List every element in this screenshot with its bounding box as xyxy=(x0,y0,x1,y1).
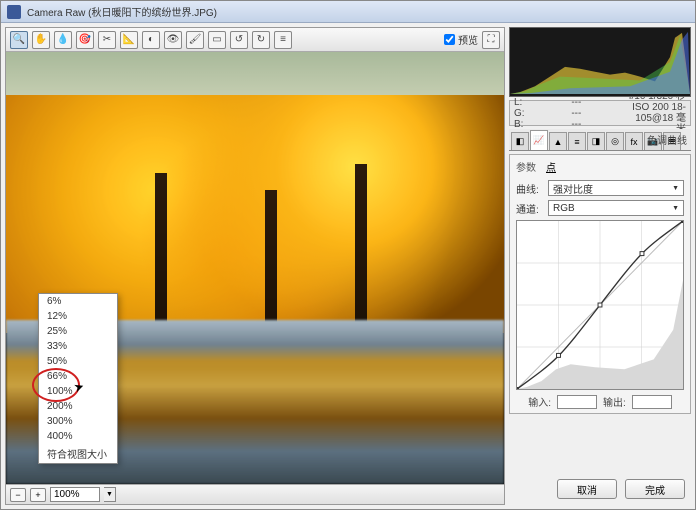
adjustment-tabs: ◧ 📈 ▲ ≡ ◨ ◎ fx 📷 ≣ 色调曲线 xyxy=(509,129,691,151)
curve-preset-select[interactable]: 强对比度 ▼ xyxy=(548,180,684,196)
cancel-button[interactable]: 取消 xyxy=(557,479,617,499)
hand-tool[interactable]: ✋ xyxy=(32,31,50,49)
curve-label: 曲线: xyxy=(516,181,544,196)
io-readout: 输入: 输出: xyxy=(516,394,684,409)
zoom-menu: 6% 12% 25% 33% 50% 66% 100% 200% 300% 40… xyxy=(38,293,118,464)
zoom-option[interactable]: 6% xyxy=(39,294,117,309)
rotate-cw[interactable]: ↻ xyxy=(252,31,270,49)
channel-select[interactable]: RGB ▼ xyxy=(548,200,684,216)
prefs-tool[interactable]: ≡ xyxy=(274,31,292,49)
rotate-ccw[interactable]: ↺ xyxy=(230,31,248,49)
histogram[interactable] xyxy=(509,27,691,97)
zoom-option[interactable]: 200% xyxy=(39,399,117,414)
subtab-parametric[interactable]: 参数 xyxy=(516,159,536,174)
titlebar: Camera Raw (秋日暖阳下的缤纷世界.JPG) xyxy=(1,1,695,23)
preview-check-input[interactable] xyxy=(444,34,455,45)
channel-value: RGB xyxy=(553,203,575,214)
output-label: 输出: xyxy=(603,394,626,409)
output-field[interactable] xyxy=(632,395,672,409)
preview-label: 预览 xyxy=(458,32,478,47)
tab-group-label: 色调曲线 xyxy=(647,132,687,147)
zoom-in-button[interactable]: + xyxy=(30,488,46,502)
image-preview[interactable]: 6% 12% 25% 33% 50% 66% 100% 200% 300% 40… xyxy=(6,52,504,484)
subtab-point[interactable]: 点 xyxy=(546,159,556,174)
right-pane: L: G: B: --- --- --- f/10 1/320 秒 ISO 20… xyxy=(509,27,691,505)
color-sampler-tool[interactable]: 🎯 xyxy=(76,31,94,49)
curve-preset-value: 强对比度 xyxy=(553,181,593,196)
zoom-tool[interactable]: 🔍 xyxy=(10,31,28,49)
zoom-value[interactable]: 100% xyxy=(50,487,100,502)
chevron-down-icon: ▼ xyxy=(672,205,679,212)
app-icon xyxy=(7,5,21,19)
done-button[interactable]: 完成 xyxy=(625,479,685,499)
spot-removal-tool[interactable]: ◐ xyxy=(142,31,160,49)
toolbar: 🔍 ✋ 💧 🎯 ✂ 📐 ◐ 👁 🖌 ▭ ↺ ↻ ≡ 预览 ⛶ xyxy=(6,28,504,52)
left-pane: 🔍 ✋ 💧 🎯 ✂ 📐 ◐ 👁 🖌 ▭ ↺ ↻ ≡ 预览 ⛶ xyxy=(5,27,505,505)
zoom-option[interactable]: 12% xyxy=(39,309,117,324)
fullscreen-button[interactable]: ⛶ xyxy=(482,31,500,49)
rgb-labels: L: G: B: xyxy=(514,97,571,130)
zoom-option-fit[interactable]: 符合视图大小 xyxy=(39,444,117,463)
window-title: Camera Raw (秋日暖阳下的缤纷世界.JPG) xyxy=(27,4,217,19)
input-label: 输入: xyxy=(528,394,551,409)
content-area: 🔍 ✋ 💧 🎯 ✂ 📐 ◐ 👁 🖌 ▭ ↺ ↻ ≡ 预览 ⛶ xyxy=(1,23,695,509)
zoom-option[interactable]: 25% xyxy=(39,324,117,339)
curve-editor[interactable] xyxy=(516,220,684,390)
tab-lens[interactable]: ◎ xyxy=(606,132,624,150)
channel-label: 通道: xyxy=(516,201,544,216)
tone-curve-panel: 参数 点 曲线: 强对比度 ▼ 通道: RGB ▼ xyxy=(509,154,691,414)
input-field[interactable] xyxy=(557,395,597,409)
zoom-dropdown-button[interactable]: ▼ xyxy=(104,487,116,502)
tab-detail[interactable]: ▲ xyxy=(549,132,567,150)
preview-checkbox[interactable]: 预览 xyxy=(444,32,478,47)
bottom-bar: − + 100% ▼ xyxy=(6,484,504,504)
zoom-option[interactable]: 50% xyxy=(39,354,117,369)
chevron-down-icon: ▼ xyxy=(672,185,679,192)
zoom-option[interactable]: 33% xyxy=(39,339,117,354)
redeye-tool[interactable]: 👁 xyxy=(164,31,182,49)
tab-tone-curve[interactable]: 📈 xyxy=(530,130,548,150)
panel-subtabs: 参数 点 xyxy=(516,159,684,174)
crop-tool[interactable]: ✂ xyxy=(98,31,116,49)
tab-hsl[interactable]: ≡ xyxy=(568,132,586,150)
grad-filter-tool[interactable]: ▭ xyxy=(208,31,226,49)
tab-fx[interactable]: fx xyxy=(625,132,643,150)
dialog-buttons: 取消 完成 xyxy=(509,475,691,505)
camera-raw-window: Camera Raw (秋日暖阳下的缤纷世界.JPG) 🔍 ✋ 💧 🎯 ✂ 📐 … xyxy=(0,0,696,510)
zoom-option[interactable]: 400% xyxy=(39,429,117,444)
info-readout: L: G: B: --- --- --- f/10 1/320 秒 ISO 20… xyxy=(509,100,691,126)
rgb-values: --- --- --- xyxy=(571,97,628,130)
wb-tool[interactable]: 💧 xyxy=(54,31,72,49)
zoom-out-button[interactable]: − xyxy=(10,488,26,502)
tab-basic[interactable]: ◧ xyxy=(511,132,529,150)
tab-split[interactable]: ◨ xyxy=(587,132,605,150)
straighten-tool[interactable]: 📐 xyxy=(120,31,138,49)
adjust-brush-tool[interactable]: 🖌 xyxy=(186,31,204,49)
zoom-option[interactable]: 300% xyxy=(39,414,117,429)
